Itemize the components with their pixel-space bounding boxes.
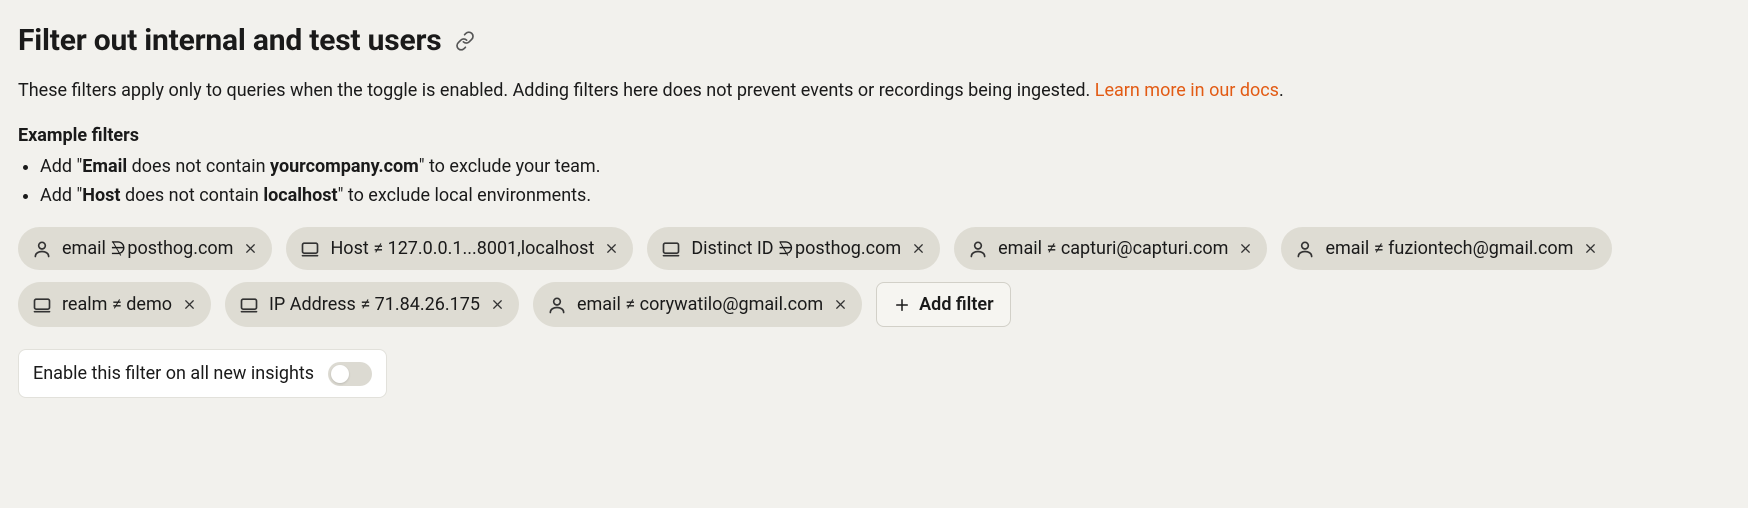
plus-icon [893,296,911,314]
filter-chip-label: realm ≠ demo [62,291,172,318]
add-filter-label: Add filter [919,291,993,318]
enable-filter-label: Enable this filter on all new insights [33,360,314,387]
anchor-link-icon[interactable] [455,31,475,51]
device-icon [300,239,320,259]
remove-filter-button[interactable] [243,241,258,256]
learn-more-link[interactable]: Learn more in our docs [1095,80,1279,101]
example-pre: Add " [40,185,82,206]
filter-chip[interactable]: email ≠ capturi@capturi.com [954,227,1267,270]
description-text: These filters apply only to queries when… [18,80,1095,101]
examples-list: Add "Email does not contain yourcompany.… [18,153,1730,209]
remove-filter-button[interactable] [1238,241,1253,256]
description: These filters apply only to queries when… [18,77,1730,104]
device-icon [32,295,52,315]
filter-chip-label: email ≠ corywatilo@gmail.com [577,291,823,318]
device-icon [661,239,681,259]
filter-chip[interactable]: email posthog.com [18,227,272,270]
add-filter-button[interactable]: Add filter [876,282,1010,327]
example-mid: does not contain [121,185,264,206]
page-title: Filter out internal and test users [18,18,441,63]
person-icon [1295,239,1315,259]
person-icon [32,239,52,259]
example-post: " to exclude local environments. [338,185,591,206]
filter-chip-label: email posthog.com [62,235,233,262]
example-item: Add "Host does not contain localhost" to… [40,182,1730,209]
filter-chip[interactable]: Distinct ID posthog.com [647,227,940,270]
enable-filter-card: Enable this filter on all new insights [18,349,387,398]
example-bold: Email [82,156,127,177]
device-icon [239,295,259,315]
example-post: " to exclude your team. [419,156,601,177]
remove-filter-button[interactable] [1583,241,1598,256]
remove-filter-button[interactable] [490,297,505,312]
example-pre: Add " [40,156,82,177]
description-period: . [1279,80,1284,101]
filter-chip-row: email posthog.com Host ≠ 127.0.0.1...8001… [18,227,1730,327]
filter-chip[interactable]: email ≠ fuziontech@gmail.com [1281,227,1612,270]
enable-filter-toggle[interactable] [328,362,372,386]
example-bold: yourcompany.com [270,156,419,177]
remove-filter-button[interactable] [182,297,197,312]
filter-chip[interactable]: IP Address ≠ 71.84.26.175 [225,282,519,327]
filter-chip-label: IP Address ≠ 71.84.26.175 [269,291,480,318]
example-bold: localhost [263,185,337,206]
remove-filter-button[interactable] [604,241,619,256]
remove-filter-button[interactable] [833,297,848,312]
filter-chip-label: email ≠ fuziontech@gmail.com [1325,235,1573,262]
example-item: Add "Email does not contain yourcompany.… [40,153,1730,180]
person-icon [968,239,988,259]
filter-chip[interactable]: realm ≠ demo [18,282,211,327]
filter-chip-label: Distinct ID posthog.com [691,235,901,262]
example-mid: does not contain [127,156,270,177]
remove-filter-button[interactable] [911,241,926,256]
filter-chip-label: email ≠ capturi@capturi.com [998,235,1228,262]
filter-chip[interactable]: Host ≠ 127.0.0.1...8001,localhost [286,227,633,270]
filter-chip[interactable]: email ≠ corywatilo@gmail.com [533,282,862,327]
person-icon [547,295,567,315]
filter-chip-label: Host ≠ 127.0.0.1...8001,localhost [330,235,594,262]
example-bold: Host [82,185,120,206]
examples-heading: Example filters [18,122,1730,149]
